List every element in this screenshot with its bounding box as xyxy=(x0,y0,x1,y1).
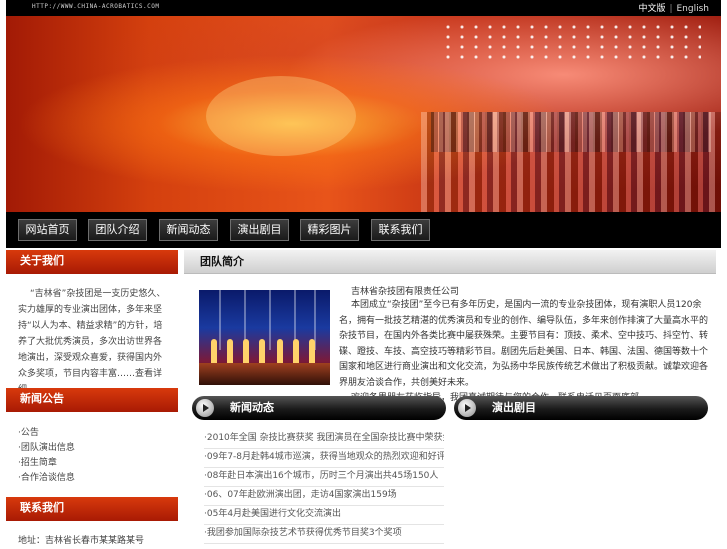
shows-panel-title: 演出剧目 xyxy=(492,401,536,414)
main-content: 团队简介 吉林省杂技团有限责任公司 本团成立“杂技团”至今已有多年历史，是国内一… xyxy=(184,250,716,545)
sidebar-news-item[interactable]: ·公告 xyxy=(18,426,75,441)
sidebar-news-item[interactable]: ·合作洽谈信息 xyxy=(18,471,75,486)
news-item[interactable]: ·2010年全国 杂技比赛获奖 我团演员在全国杂技比赛中荣获金奖的报道 xyxy=(204,430,444,449)
nav-shows[interactable]: 演出剧目 xyxy=(230,219,289,241)
play-icon xyxy=(458,399,476,417)
banner-acrobats-image xyxy=(206,76,356,156)
intro-text: 本团成立“杂技团”至今已有多年历史，是国内一流的专业杂技团体，现有演职人员120… xyxy=(339,298,711,407)
sidebar-about-text: “吉林省”杂技团是一支历史悠久、实力雄厚的专业演出团体，多年来坚持“以人为本、精… xyxy=(18,289,166,395)
intro-title: 吉林省杂技团有限责任公司 xyxy=(351,287,460,297)
banner-stage-lights xyxy=(441,22,701,62)
language-switcher: 中文版 | English xyxy=(638,1,709,14)
news-panel-header[interactable]: 新闻动态 xyxy=(192,396,446,420)
contact-address: 地址：吉林省长春市某某路某号 xyxy=(18,536,145,546)
news-item[interactable]: ·05年4月赴美国进行文化交流演出 xyxy=(204,506,444,525)
nav-contact[interactable]: 联系我们 xyxy=(371,219,430,241)
lang-chinese-link[interactable]: 中文版 xyxy=(638,4,665,14)
play-icon xyxy=(196,399,214,417)
site-url: HTTP://WWW.CHINA-ACROBATICS.COM xyxy=(32,3,160,10)
news-item[interactable]: ·09年7-8月赴韩4城市巡演，获得当地观众的热烈欢迎和好评共83场 xyxy=(204,449,444,468)
lang-separator: | xyxy=(669,4,673,14)
lang-english-link[interactable]: English xyxy=(677,4,710,14)
sidebar-contact-text: 地址：吉林省长春市某某路某号 xyxy=(18,534,144,549)
sidebar-news-list: ·公告 ·团队演出信息 ·招生简章 ·合作洽谈信息 xyxy=(18,426,75,486)
nav-about[interactable]: 团队介绍 xyxy=(88,219,147,241)
sidebar-contact-title: 联系我们 xyxy=(6,497,178,521)
nav-gallery[interactable]: 精彩图片 xyxy=(300,219,359,241)
main-nav: 网站首页 团队介绍 新闻动态 演出剧目 精彩图片 联系我们 xyxy=(6,212,721,248)
nav-news[interactable]: 新闻动态 xyxy=(159,219,218,241)
troupe-performance-photo xyxy=(199,290,330,385)
hero-banner xyxy=(6,16,721,212)
intro-paragraph: 本团成立“杂技团”至今已有多年历史，是国内一流的专业杂技团体，现有演职人员120… xyxy=(339,300,709,388)
banner-troupe-photo xyxy=(421,112,721,212)
top-bar: HTTP://WWW.CHINA-ACROBATICS.COM 中文版 | Engl… xyxy=(6,0,721,16)
news-list: ·2010年全国 杂技比赛获奖 我团演员在全国杂技比赛中荣获金奖的报道 ·09年… xyxy=(204,430,444,544)
news-panel-title: 新闻动态 xyxy=(230,401,274,414)
sidebar-about-title: 关于我们 xyxy=(6,250,178,274)
sidebar-news-item[interactable]: ·团队演出信息 xyxy=(18,441,75,456)
section-title: 团队简介 xyxy=(184,250,716,274)
nav-home[interactable]: 网站首页 xyxy=(18,219,77,241)
sidebar: 关于我们 “吉林省”杂技团是一支历史悠久、实力雄厚的专业演出团体，多年来坚持“以… xyxy=(6,250,178,546)
sidebar-news-item[interactable]: ·招生简章 xyxy=(18,456,75,471)
news-item[interactable]: ·我团参加国际杂技艺术节获得优秀节目奖3个奖项 xyxy=(204,525,444,544)
news-item[interactable]: ·06、07年赴欧洲演出团，走访4国家演出159场 xyxy=(204,487,444,506)
news-item[interactable]: ·08年赴日本演出16个城市，历时三个月演出共45场150人 xyxy=(204,468,444,487)
sidebar-news-title: 新闻公告 xyxy=(6,388,178,412)
shows-panel-header[interactable]: 演出剧目 xyxy=(454,396,708,420)
